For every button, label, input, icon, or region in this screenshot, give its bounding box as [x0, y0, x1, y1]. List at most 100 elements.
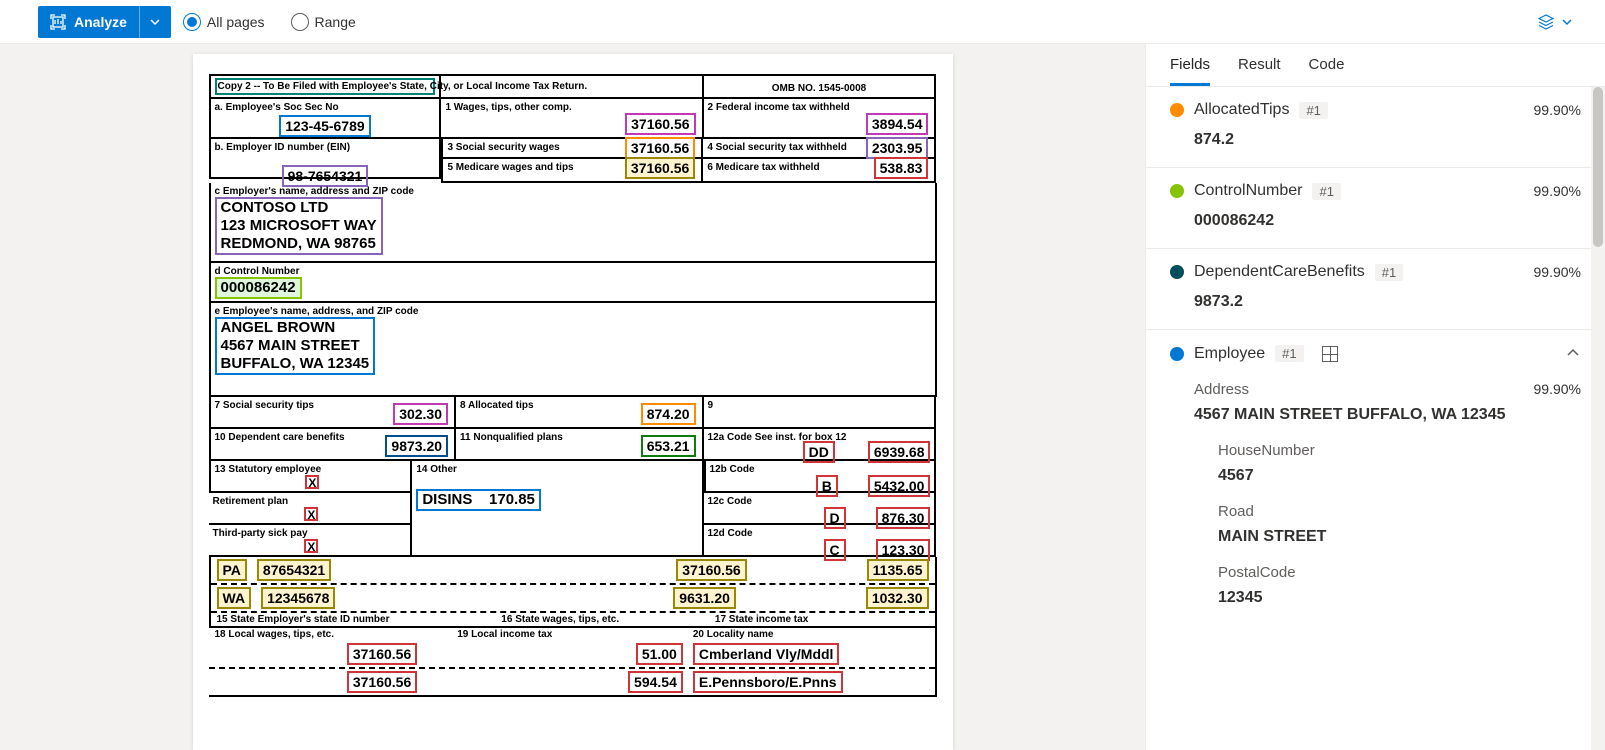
- address-confidence: 99.90%: [1534, 381, 1581, 398]
- box8-value: 874.20: [641, 403, 696, 425]
- employee-name: ANGEL BROWN: [217, 319, 374, 337]
- omb-number: OMB NO. 1545-0008: [772, 83, 867, 94]
- box3-value: 37160.56: [625, 137, 695, 159]
- tab-fields[interactable]: Fields: [1170, 56, 1210, 86]
- box10-label: 10 Dependent care benefits: [215, 432, 345, 443]
- ssn-value: 123-45-6789: [279, 115, 370, 137]
- employee-street: 4567 MAIN STREET: [217, 337, 374, 355]
- box17-label: 17 State income tax: [715, 614, 929, 625]
- scrollbar-track: [1591, 87, 1605, 750]
- employer-city: REDMOND, WA 98765: [217, 235, 381, 253]
- field-badge: #1: [1375, 264, 1403, 281]
- field-dot: [1170, 347, 1184, 361]
- house-label: HouseNumber: [1218, 442, 1581, 459]
- w2-form: Copy 2 -- To Be Filed with Employee's St…: [193, 54, 953, 750]
- range-label: Range: [315, 14, 356, 30]
- field-dot: [1170, 265, 1184, 279]
- local2-name: E.Pennsboro/E.Pnns: [693, 671, 843, 693]
- document-viewer[interactable]: Copy 2 -- To Be Filed with Employee's St…: [0, 44, 1145, 750]
- field-value: 874.2: [1194, 131, 1581, 149]
- field-confidence: 99.90%: [1534, 183, 1581, 199]
- employer-name: CONTOSO LTD: [217, 199, 381, 217]
- field-confidence: 99.90%: [1534, 102, 1581, 118]
- field-value: 000086242: [1194, 212, 1581, 230]
- box18-label: 18 Local wages, tips, etc.: [215, 629, 458, 640]
- box12a-code: DD: [803, 441, 835, 463]
- box7-label: 7 Social security tips: [215, 400, 315, 411]
- box-d-label: d Control Number: [215, 266, 300, 277]
- results-panel: Fields Result Code AllocatedTips #1 99.9…: [1145, 44, 1605, 750]
- copy2-text: Copy 2 -- To Be Filed with Employee's St…: [215, 78, 436, 95]
- statutory-check: X: [305, 475, 319, 489]
- layers-dropdown[interactable]: [1537, 13, 1597, 31]
- all-pages-radio[interactable]: All pages: [183, 13, 265, 31]
- range-radio[interactable]: Range: [291, 13, 356, 31]
- box1-value: 37160.56: [625, 113, 695, 135]
- field-dot: [1170, 184, 1184, 198]
- analyze-dropdown[interactable]: [139, 6, 171, 38]
- chevron-up-icon[interactable]: [1565, 344, 1581, 363]
- field-name: ControlNumber: [1194, 182, 1302, 200]
- fields-list[interactable]: AllocatedTips #1 99.90% 874.2 ControlNum…: [1146, 87, 1605, 750]
- scrollbar-thumb[interactable]: [1593, 87, 1603, 247]
- house-value: 4567: [1218, 467, 1581, 485]
- analyze-icon: [50, 14, 66, 30]
- panel-tabs: Fields Result Code: [1146, 44, 1605, 87]
- box3-label: 3 Social security wages: [447, 142, 559, 153]
- local1-wages: 37160.56: [347, 643, 417, 665]
- chevron-down-icon: [149, 16, 161, 28]
- tab-result[interactable]: Result: [1238, 56, 1281, 86]
- state1-id: 87654321: [257, 559, 331, 581]
- state1-abbr: PA: [217, 559, 247, 581]
- address-label: Address: [1194, 381, 1249, 398]
- employee-city: BUFFALO, WA 12345: [217, 355, 374, 373]
- road-value: MAIN STREET: [1218, 528, 1581, 546]
- field-value: 9873.2: [1194, 293, 1581, 311]
- box6-value: 538.83: [874, 157, 929, 179]
- box12d-label: 12d Code: [708, 528, 753, 539]
- postal-value: 12345: [1218, 589, 1581, 607]
- box7-value: 302.30: [393, 403, 448, 425]
- field-dot: [1170, 103, 1184, 117]
- box12a-value: 6939.68: [868, 441, 931, 463]
- control-number: 000086242: [215, 277, 302, 299]
- box-c-label: c Employer's name, address and ZIP code: [215, 186, 415, 197]
- local2-tax: 594.54: [628, 671, 683, 693]
- state1-wages: 37160.56: [676, 559, 746, 581]
- box-b-label: b. Employer ID number (EIN): [215, 142, 351, 153]
- box11-value: 653.21: [641, 435, 696, 457]
- box4-value: 2303.95: [866, 137, 929, 159]
- box9-label: 9: [708, 400, 714, 411]
- box6-label: 6 Medicare tax withheld: [707, 162, 819, 173]
- main-area: Copy 2 -- To Be Filed with Employee's St…: [0, 44, 1605, 750]
- box2-label: 2 Federal income tax withheld: [708, 102, 850, 113]
- field-control-number[interactable]: ControlNumber #1 99.90% 000086242: [1146, 168, 1605, 249]
- state2-abbr: WA: [217, 587, 252, 609]
- field-name: DependentCareBenefits: [1194, 263, 1365, 281]
- box-a-label: a. Employee's Soc Sec No: [215, 102, 339, 113]
- field-dependent-care[interactable]: DependentCareBenefits #1 99.90% 9873.2: [1146, 249, 1605, 330]
- field-employee[interactable]: Employee #1 Address99.90% 4567 MAIN STRE…: [1146, 330, 1605, 625]
- field-allocated-tips[interactable]: AllocatedTips #1 99.90% 874.2: [1146, 87, 1605, 168]
- address-value: 4567 MAIN STREET BUFFALO, WA 12345: [1194, 406, 1581, 424]
- sickpay-check: X: [304, 539, 318, 553]
- tab-code[interactable]: Code: [1309, 56, 1345, 86]
- box4-label: 4 Social security tax withheld: [707, 142, 847, 153]
- box15-label: 15 State Employer's state ID number: [217, 614, 502, 625]
- retirement-label: Retirement plan: [213, 496, 289, 507]
- box8-label: 8 Allocated tips: [460, 400, 534, 411]
- all-pages-label: All pages: [207, 14, 265, 30]
- chevron-down-icon: [1561, 16, 1573, 28]
- box14-label: 14 Other: [416, 464, 457, 475]
- box2-value: 3894.54: [866, 113, 929, 135]
- field-confidence: 99.90%: [1534, 264, 1581, 280]
- box14-value: DISINS 170.85: [416, 489, 541, 511]
- analyze-button[interactable]: Analyze: [38, 6, 171, 38]
- toolbar: Analyze All pages Range: [0, 0, 1605, 44]
- field-badge: #1: [1275, 345, 1303, 362]
- state2-id: 12345678: [261, 587, 335, 609]
- field-badge: #1: [1299, 102, 1327, 119]
- box16-label: 16 State wages, tips, etc.: [501, 614, 715, 625]
- table-icon[interactable]: [1322, 346, 1338, 362]
- state1-tax: 1135.65: [867, 559, 929, 581]
